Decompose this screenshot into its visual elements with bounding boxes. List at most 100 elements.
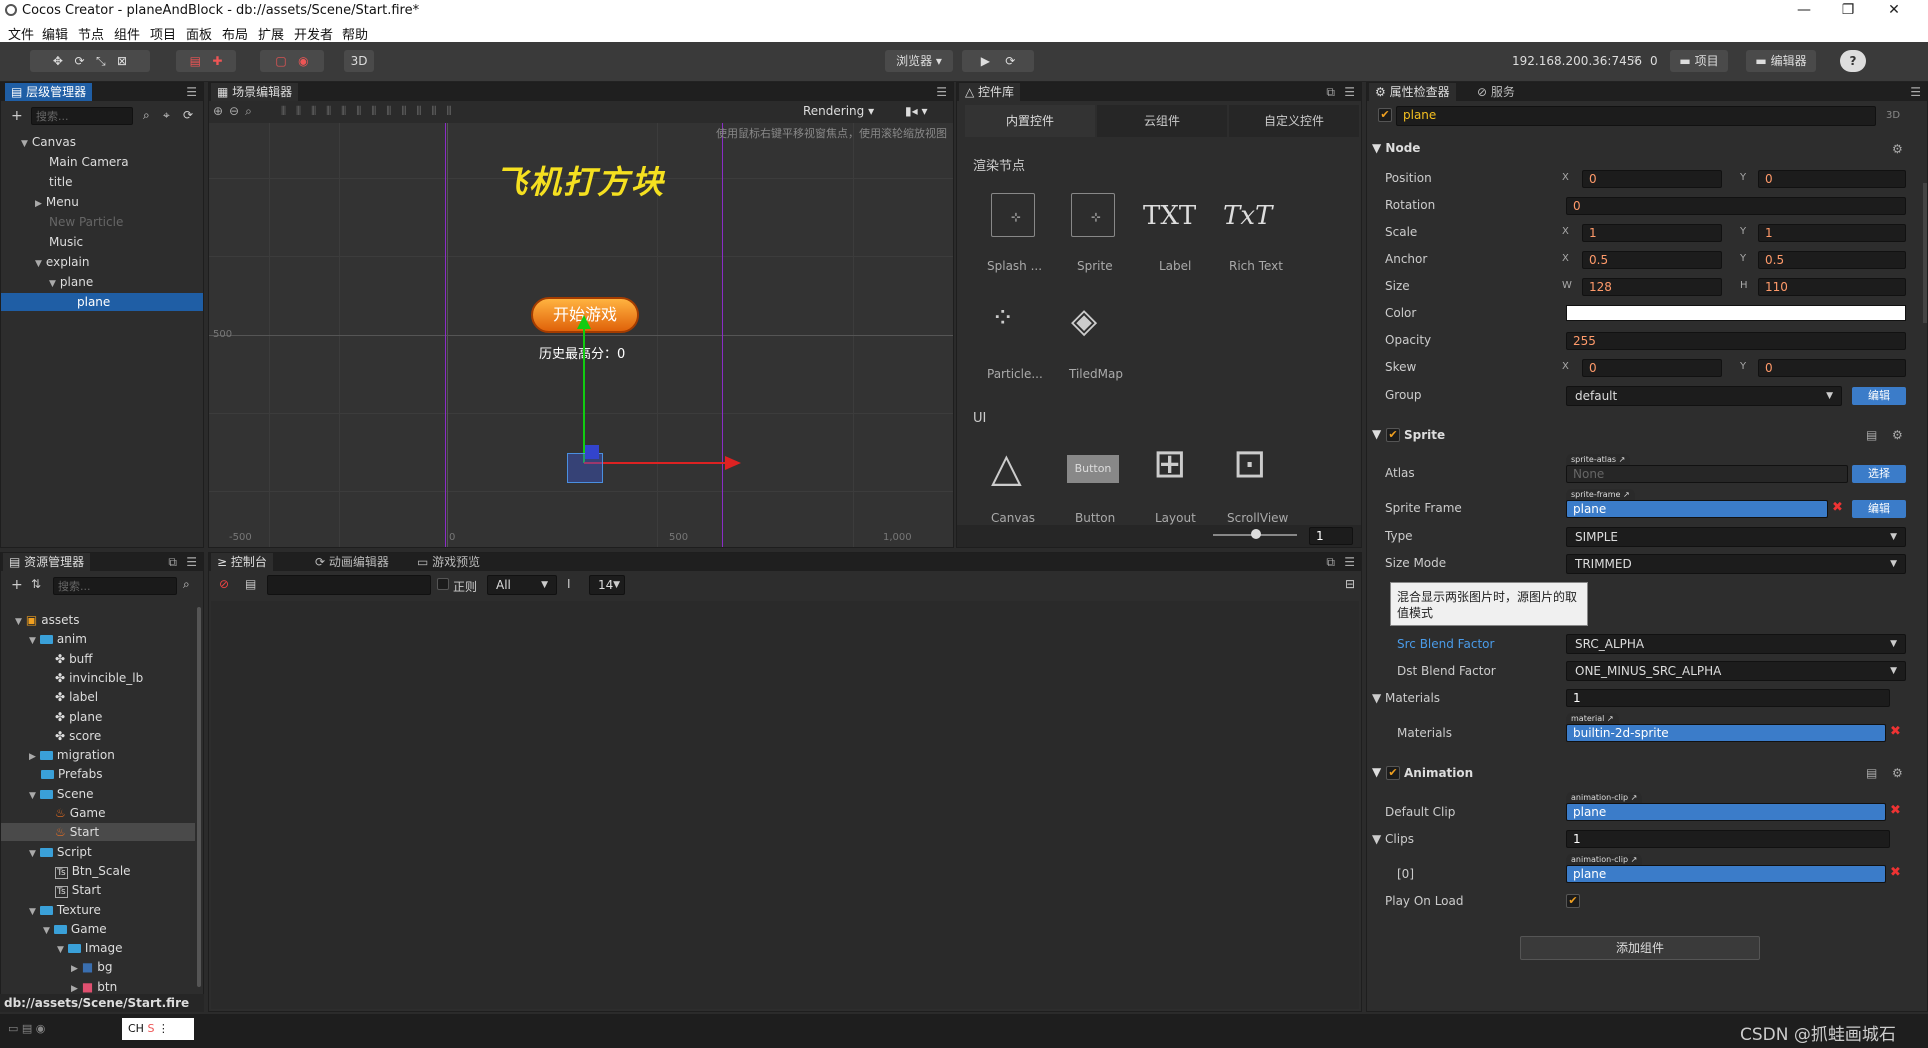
clear-icon[interactable]: ✖ [1890,865,1901,880]
chevron-down-icon[interactable]: ▼ [29,907,36,917]
move-tool-icon[interactable]: ✥ [53,54,63,68]
sprite-icon[interactable]: ⊹ [1071,193,1115,237]
skew-y-input[interactable]: 0 [1758,359,1906,377]
chevron-right-icon[interactable]: ▶ [35,199,42,209]
size-mode-select[interactable]: TRIMMED ▼ [1566,554,1906,574]
scale-tool-icon[interactable]: ⤡ [96,54,106,68]
clips-count-input[interactable]: 1 [1566,830,1890,848]
ime-indicator[interactable]: CH S ⋮ [122,1018,194,1040]
y-axis-gizmo[interactable] [583,321,585,463]
panel-menu-icon[interactable]: ☰ [1910,85,1921,99]
open-project-button[interactable]: ▬ 项目 [1670,50,1728,72]
add-asset-button[interactable]: + [11,577,23,593]
rich-text-icon[interactable]: TxT [1223,201,1272,231]
clear-icon[interactable]: ✖ [1832,500,1843,515]
tab-game-preview[interactable]: ▭ 游戏预览 [411,553,486,571]
menu-project[interactable]: 项目 [150,24,176,43]
maximize-button[interactable]: ❐ [1826,0,1870,22]
zoom-slider-thumb[interactable] [1251,529,1261,539]
menu-file[interactable]: 文件 [8,24,34,43]
splash-icon[interactable]: ⊹ [991,193,1035,237]
scale-y-input[interactable]: 1 [1758,224,1906,242]
asset-item[interactable]: ✤ buff [1,650,195,668]
sprite-frame-edit-button[interactable]: 编辑 [1852,500,1906,518]
toggle-3d-button[interactable]: 3D [344,50,374,72]
help-doc-icon[interactable]: ▤ [1866,766,1877,780]
chevron-down-icon[interactable]: ▼ [29,791,36,801]
size-height-input[interactable]: 110 [1758,278,1906,296]
size-width-input[interactable]: 128 [1582,278,1722,296]
clear-icon[interactable]: ✖ [1890,803,1901,818]
section-animation[interactable]: ▼ [1372,765,1381,785]
asset-item[interactable]: ▼ Scene [1,785,195,803]
hierarchy-node[interactable]: ▼ Canvas [1,133,203,151]
open-log-icon[interactable]: ▤ [245,577,256,591]
type-select[interactable]: SIMPLE ▼ [1566,527,1906,547]
gear-icon[interactable]: ⚙ [1892,142,1903,156]
menu-component[interactable]: 组件 [114,24,140,43]
open-editor-button[interactable]: ▬ 编辑器 [1746,50,1816,72]
zoom-value-input[interactable]: 1 [1309,527,1353,545]
browser-select[interactable]: 浏览器 ▾ [885,50,953,72]
scene-canvas[interactable]: 使用鼠标右键平移视窗焦点，使用滚轮缩放视图 飞机打方块 开始游戏 历史最高分：0… [209,123,953,547]
chevron-down-icon[interactable]: ▼ [35,259,42,269]
pivot-handle[interactable] [585,445,599,459]
chevron-down-icon[interactable]: ▼ [29,849,36,859]
search-icon[interactable]: ⌕ [143,108,150,123]
asset-item[interactable]: Ts Start [1,881,195,899]
asset-item[interactable]: ✤ label [1,688,195,706]
materials-count-input[interactable]: 1 [1566,689,1890,707]
skew-x-input[interactable]: 0 [1582,359,1722,377]
atlas-select-button[interactable]: 选择 [1852,465,1906,483]
tab-console[interactable]: ≥ 控制台 [211,553,273,571]
chevron-down-icon[interactable]: ▼ [57,945,64,955]
camera-icon[interactable]: ▮◂ ▾ [905,104,927,118]
asset-item[interactable]: ▼ Script [1,843,195,861]
default-clip-input[interactable]: plane [1566,803,1886,821]
chevron-right-icon[interactable]: ▶ [71,964,78,974]
button-icon[interactable]: Button [1067,455,1119,483]
menu-edit[interactable]: 编辑 [42,24,68,43]
chevron-down-icon[interactable]: ▼ [29,636,36,646]
rendering-select[interactable]: Rendering ▾ [803,104,874,118]
hierarchy-node[interactable]: New Particle [1,213,203,231]
clear-icon[interactable]: ✖ [1890,724,1901,739]
tab-animation-editor[interactable]: ⟳ 动画编辑器 [309,553,395,571]
tab-widget-library[interactable]: △ 控件库 [959,83,1021,101]
tab-assets[interactable]: ▤ 资源管理器 [3,553,91,571]
clip-0-input[interactable]: plane [1566,865,1886,883]
hierarchy-node[interactable]: ▶ Menu [1,193,203,211]
font-size-select[interactable]: 14 ▼ [589,575,625,595]
rotate-tool-icon[interactable]: ⟳ [74,54,84,68]
inspector-scrollbar[interactable] [1923,183,1927,323]
log-level-select[interactable]: All ▼ [487,575,557,595]
tab-hierarchy[interactable]: ▤ 层级管理器 [5,83,93,101]
gear-icon[interactable]: ⚙ [1892,766,1903,780]
align-icons[interactable]: ⫴⫴⫴⫴⫴⫴⫴⫴⫴⫴⫴⫴ [281,104,461,119]
hierarchy-node[interactable]: ▼ plane [1,273,203,291]
chevron-right-icon[interactable]: ▶ [71,984,78,994]
subtab-cloud[interactable]: 云组件 [1097,105,1227,137]
zoom-icons[interactable]: ⊕⊖⌕ [213,104,258,119]
chevron-down-icon[interactable]: ▼ [21,139,28,149]
pivot-tools[interactable]: ▤ ✚ [176,50,236,72]
tab-scene-editor[interactable]: ▦ 场景编辑器 [211,83,299,101]
assets-search-input[interactable]: 搜索... [53,577,177,595]
hierarchy-node[interactable]: Main Camera [1,153,203,171]
asset-item[interactable]: ♨ Start [1,823,195,842]
panel-menu-icon[interactable]: ☰ [1344,85,1355,99]
particle-icon[interactable]: ⁘ [991,301,1015,334]
menu-help[interactable]: 帮助 [342,24,368,43]
close-button[interactable]: ✕ [1872,0,1916,22]
hierarchy-node[interactable]: Music [1,233,203,251]
asset-item[interactable]: Prefabs [1,765,195,783]
panel-menu-icon[interactable]: ☰ [936,85,947,99]
hierarchy-node[interactable]: title [1,173,203,191]
play-on-load-checkbox[interactable]: ✔ [1566,894,1580,908]
chevron-right-icon[interactable]: ▶ [29,752,36,762]
refresh-icon[interactable]: ⟳ [183,108,193,122]
menu-layout[interactable]: 布局 [222,24,248,43]
panel-menu-icon[interactable]: ☰ [186,555,197,569]
asset-item[interactable]: ▼ Game [1,920,195,938]
minimize-button[interactable]: — [1782,0,1826,22]
